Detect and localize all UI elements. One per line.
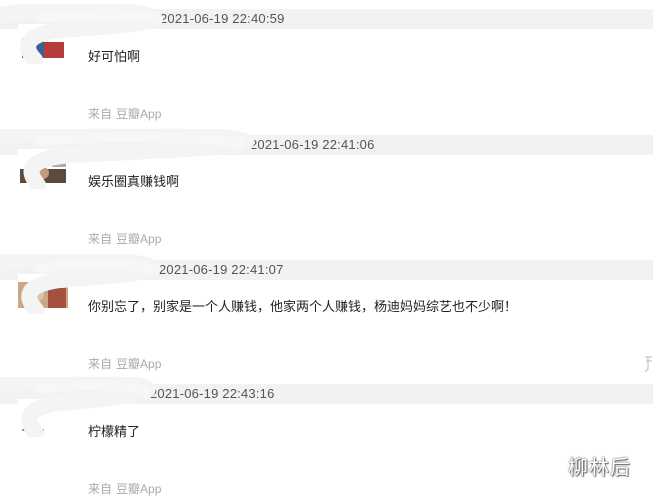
source-prefix: 来自 [88,357,113,371]
source-app-link[interactable]: 豆瓣App [116,482,161,496]
source-prefix: 来自 [88,232,113,246]
source-app-link[interactable]: 豆瓣App [116,357,161,371]
comment-text: 好可怕啊 [88,49,141,64]
scroll-edge-mark [644,355,653,373]
comment-item: 2021-06-19 22:41:06 娱乐圈真赚钱啊 来自 豆瓣App [0,125,653,250]
comment-item: 2021-06-19 22:40:59 好可怕啊 来自 豆瓣App [0,0,653,125]
comment-source: 来自 豆瓣App [88,106,161,122]
source-prefix: 来自 [88,107,113,121]
redaction-scribble [0,4,163,64]
comment-source: 来自 豆瓣App [88,231,161,247]
comment-text: 娱乐圈真赚钱啊 [88,174,180,189]
comment-source: 来自 豆瓣App [88,481,161,497]
source-app-link[interactable]: 豆瓣App [116,107,161,121]
redaction-scribble [0,377,156,437]
source-app-link[interactable]: 豆瓣App [116,232,161,246]
source-prefix: 来自 [88,482,113,496]
comment-item: 2021-06-19 22:43:16 柠檬精了 来自 豆瓣App [0,375,653,498]
comment-text: 柠檬精了 [88,424,141,439]
comment-source: 来自 豆瓣App [88,356,161,372]
watermark: 柳林后 [568,457,631,479]
comment-text: 你别忘了，别家是一个人赚钱，他家两个人赚钱，杨迪妈妈综艺也不少啊！ [88,299,518,314]
comment-feed: 2021-06-19 22:40:59 好可怕啊 来自 豆瓣App 2021-06… [0,0,653,498]
comment-item: 2021-06-19 22:41:07 你别忘了，别家是一个人赚钱，他家两个人赚… [0,250,653,375]
